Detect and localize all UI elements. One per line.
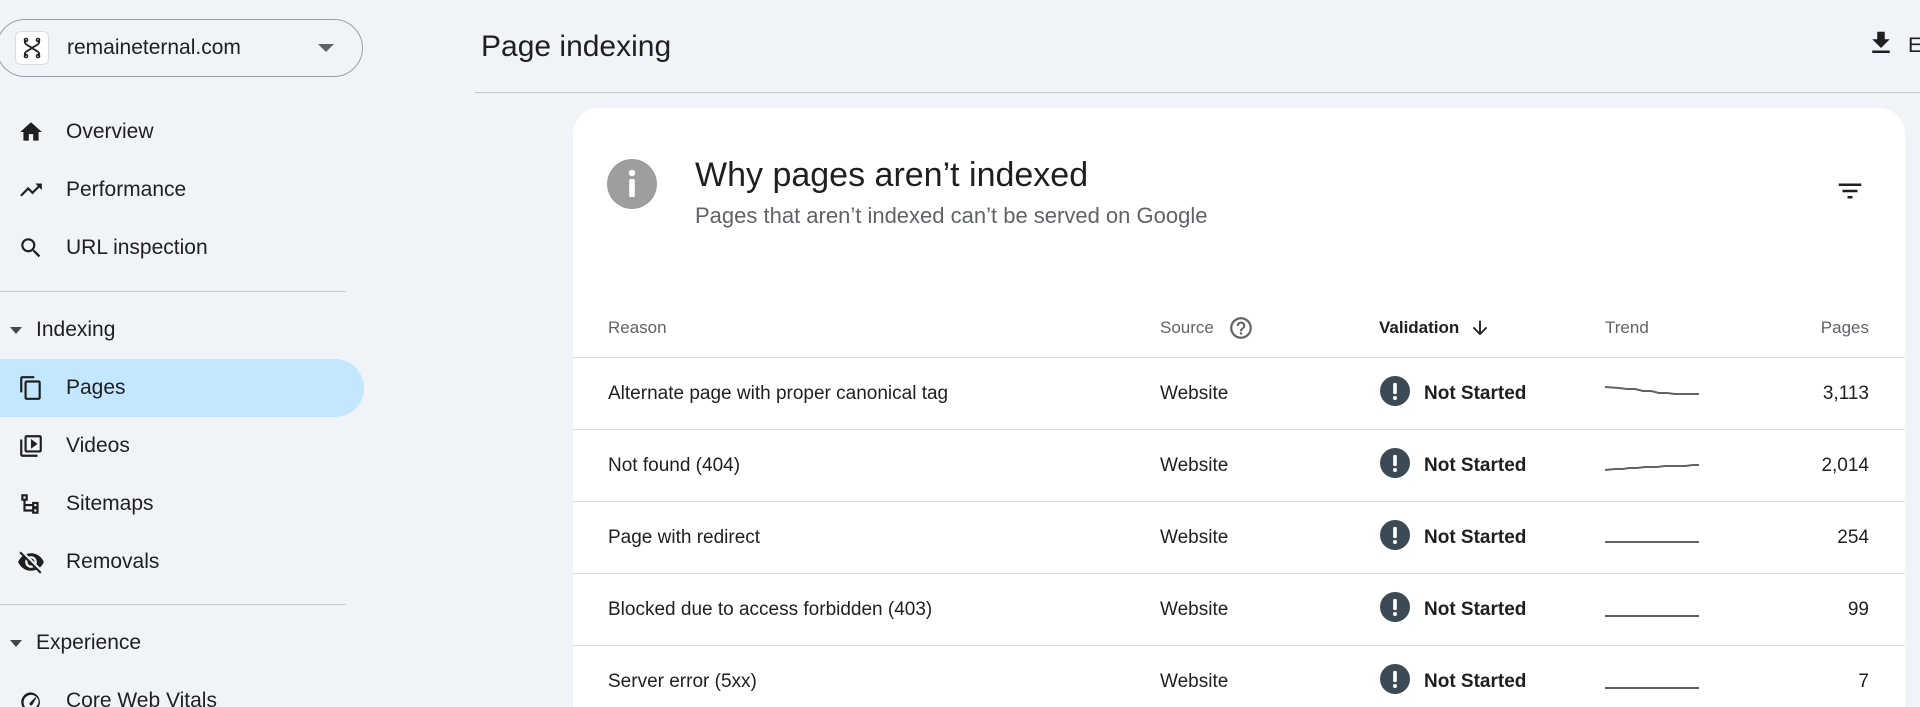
pages-count: 2,014: [1821, 455, 1869, 476]
card-subtitle: Pages that aren’t indexed can’t be serve…: [695, 203, 1208, 228]
section-label: Indexing: [36, 318, 116, 341]
alert-icon: [1380, 448, 1410, 484]
sidebar: remaineternal.com Overview Performance U…: [0, 0, 365, 707]
site-logo-icon: [15, 31, 49, 65]
table-row[interactable]: Not found (404) Website Not Started 2,01…: [573, 430, 1905, 502]
table-row[interactable]: Blocked due to access forbidden (403) We…: [573, 574, 1905, 646]
validation-status: Not Started: [1424, 599, 1527, 620]
arrow-down-icon: [1469, 317, 1491, 339]
nav-label: Pages: [66, 376, 126, 399]
property-selector[interactable]: remaineternal.com: [0, 19, 363, 77]
filter-icon[interactable]: [1835, 176, 1865, 206]
nav-label: URL inspection: [66, 236, 208, 259]
column-header-trend: Trend: [1605, 318, 1649, 337]
property-name: remaineternal.com: [67, 36, 241, 59]
table-row[interactable]: Server error (5xx) Website Not Started 7: [573, 646, 1905, 707]
table-header: Reason Source Validation Trend Pages: [573, 298, 1905, 358]
chevron-down-icon: [318, 44, 334, 52]
section-indexing[interactable]: Indexing: [0, 310, 346, 350]
validation-cell: Not Started: [1380, 430, 1526, 502]
source-cell: Website: [1160, 383, 1229, 404]
nav-label: Core Web Vitals: [66, 689, 217, 707]
table-row[interactable]: Page with redirect Website Not Started 2…: [573, 502, 1905, 574]
column-label: Validation: [1379, 318, 1460, 337]
caret-down-icon: [10, 639, 22, 647]
column-header-validation[interactable]: Validation: [1379, 298, 1491, 358]
validation-status: Not Started: [1424, 383, 1527, 404]
nav-item-overview[interactable]: Overview: [0, 103, 364, 161]
visibility-off-icon: [16, 547, 46, 577]
alert-icon: [1380, 592, 1410, 628]
trend-sparkline: [1605, 646, 1699, 707]
nav-label: Sitemaps: [66, 492, 154, 515]
nav-item-url-inspection[interactable]: URL inspection: [0, 219, 364, 277]
alert-icon: [1380, 520, 1410, 556]
nav-label: Overview: [66, 120, 154, 143]
nav-label: Performance: [66, 178, 187, 201]
nav-item-performance[interactable]: Performance: [0, 161, 364, 219]
nav-item-sitemaps[interactable]: Sitemaps: [0, 475, 364, 533]
pages-count: 7: [1858, 671, 1869, 692]
validation-cell: Not Started: [1380, 502, 1526, 574]
nav-item-pages[interactable]: Pages: [0, 359, 364, 417]
validation-cell: Not Started: [1380, 646, 1526, 707]
source-cell: Website: [1160, 455, 1229, 476]
video-page-icon: [16, 431, 46, 461]
sidebar-divider: [0, 604, 346, 605]
column-label: Source: [1160, 318, 1214, 337]
reason-cell: Page with redirect: [608, 527, 761, 548]
validation-status: Not Started: [1424, 671, 1527, 692]
trend-sparkline: [1605, 358, 1699, 430]
not-indexed-card: Why pages aren’t indexed Pages that aren…: [573, 108, 1905, 707]
nav-label: Videos: [66, 434, 130, 457]
validation-cell: Not Started: [1380, 574, 1526, 646]
table-row[interactable]: Alternate page with proper canonical tag…: [573, 358, 1905, 430]
sidebar-divider: [0, 291, 346, 292]
pages-count: 99: [1847, 599, 1869, 620]
nav-item-removals[interactable]: Removals: [0, 533, 364, 591]
source-cell: Website: [1160, 671, 1229, 692]
header-divider: [475, 92, 1920, 93]
nav-item-core-web-vitals[interactable]: Core Web Vitals: [0, 672, 364, 707]
pages-count: 3,113: [1822, 383, 1869, 404]
trend-sparkline: [1605, 502, 1699, 574]
home-icon: [16, 117, 46, 147]
nav-item-videos[interactable]: Videos: [0, 417, 364, 475]
validation-status: Not Started: [1424, 527, 1527, 548]
search-icon: [16, 233, 46, 263]
section-experience[interactable]: Experience: [0, 623, 346, 663]
section-label: Experience: [36, 631, 142, 654]
column-header-pages[interactable]: Pages: [1821, 298, 1869, 358]
help-icon[interactable]: [1228, 315, 1254, 341]
trending-up-icon: [16, 175, 46, 205]
export-button[interactable]: E: [1866, 28, 1920, 63]
sitemap-icon: [16, 489, 46, 519]
export-label: E: [1908, 33, 1920, 57]
column-header-source[interactable]: Source: [1160, 298, 1254, 358]
validation-status: Not Started: [1424, 455, 1527, 476]
source-cell: Website: [1160, 599, 1229, 620]
reason-cell: Server error (5xx): [608, 671, 757, 692]
column-header-reason[interactable]: Reason: [608, 298, 667, 358]
reason-cell: Blocked due to access forbidden (403): [608, 599, 933, 620]
pages-icon: [16, 373, 46, 403]
trend-sparkline: [1605, 430, 1699, 502]
alert-icon: [1380, 376, 1410, 412]
gauge-icon: [16, 686, 46, 707]
validation-cell: Not Started: [1380, 358, 1526, 430]
page-title: Page indexing: [481, 30, 672, 63]
source-cell: Website: [1160, 527, 1229, 548]
reason-cell: Not found (404): [608, 455, 741, 476]
alert-icon: [1380, 664, 1410, 700]
trend-sparkline: [1605, 574, 1699, 646]
info-icon: [607, 159, 657, 209]
pages-count: 254: [1837, 527, 1869, 548]
caret-down-icon: [10, 326, 22, 334]
download-icon: [1866, 28, 1896, 63]
nav-label: Removals: [66, 550, 160, 573]
reason-cell: Alternate page with proper canonical tag: [608, 383, 949, 404]
card-title: Why pages aren’t indexed: [695, 156, 1089, 194]
